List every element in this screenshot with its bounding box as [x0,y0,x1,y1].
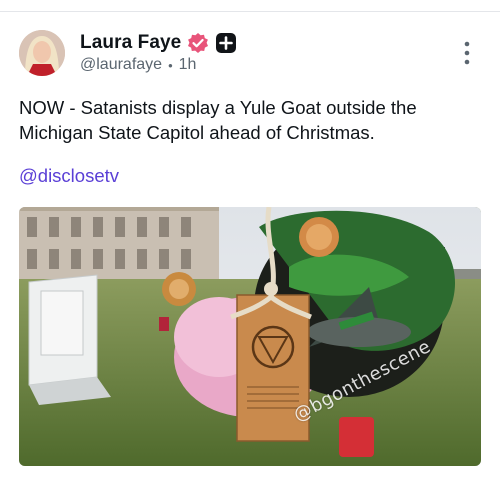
post-time[interactable]: 1h [179,56,197,74]
author-name[interactable]: Laura Faye [80,32,181,54]
mention-link[interactable]: @disclosetv [19,165,119,187]
author-handle[interactable]: @laurafaye [80,56,162,74]
top-divider [0,11,500,12]
verified-badge-icon [187,32,209,54]
meta-separator: • [168,57,173,73]
post-image[interactable] [19,207,481,466]
post-text: NOW - Satanists display a Yule Goat outs… [19,97,417,143]
more-vertical-icon[interactable] [458,40,476,66]
author-row: Laura Faye [80,31,237,55]
avatar[interactable] [19,30,65,76]
author-meta: @laurafaye • 1h [80,56,196,74]
plus-badge-icon [215,32,237,54]
